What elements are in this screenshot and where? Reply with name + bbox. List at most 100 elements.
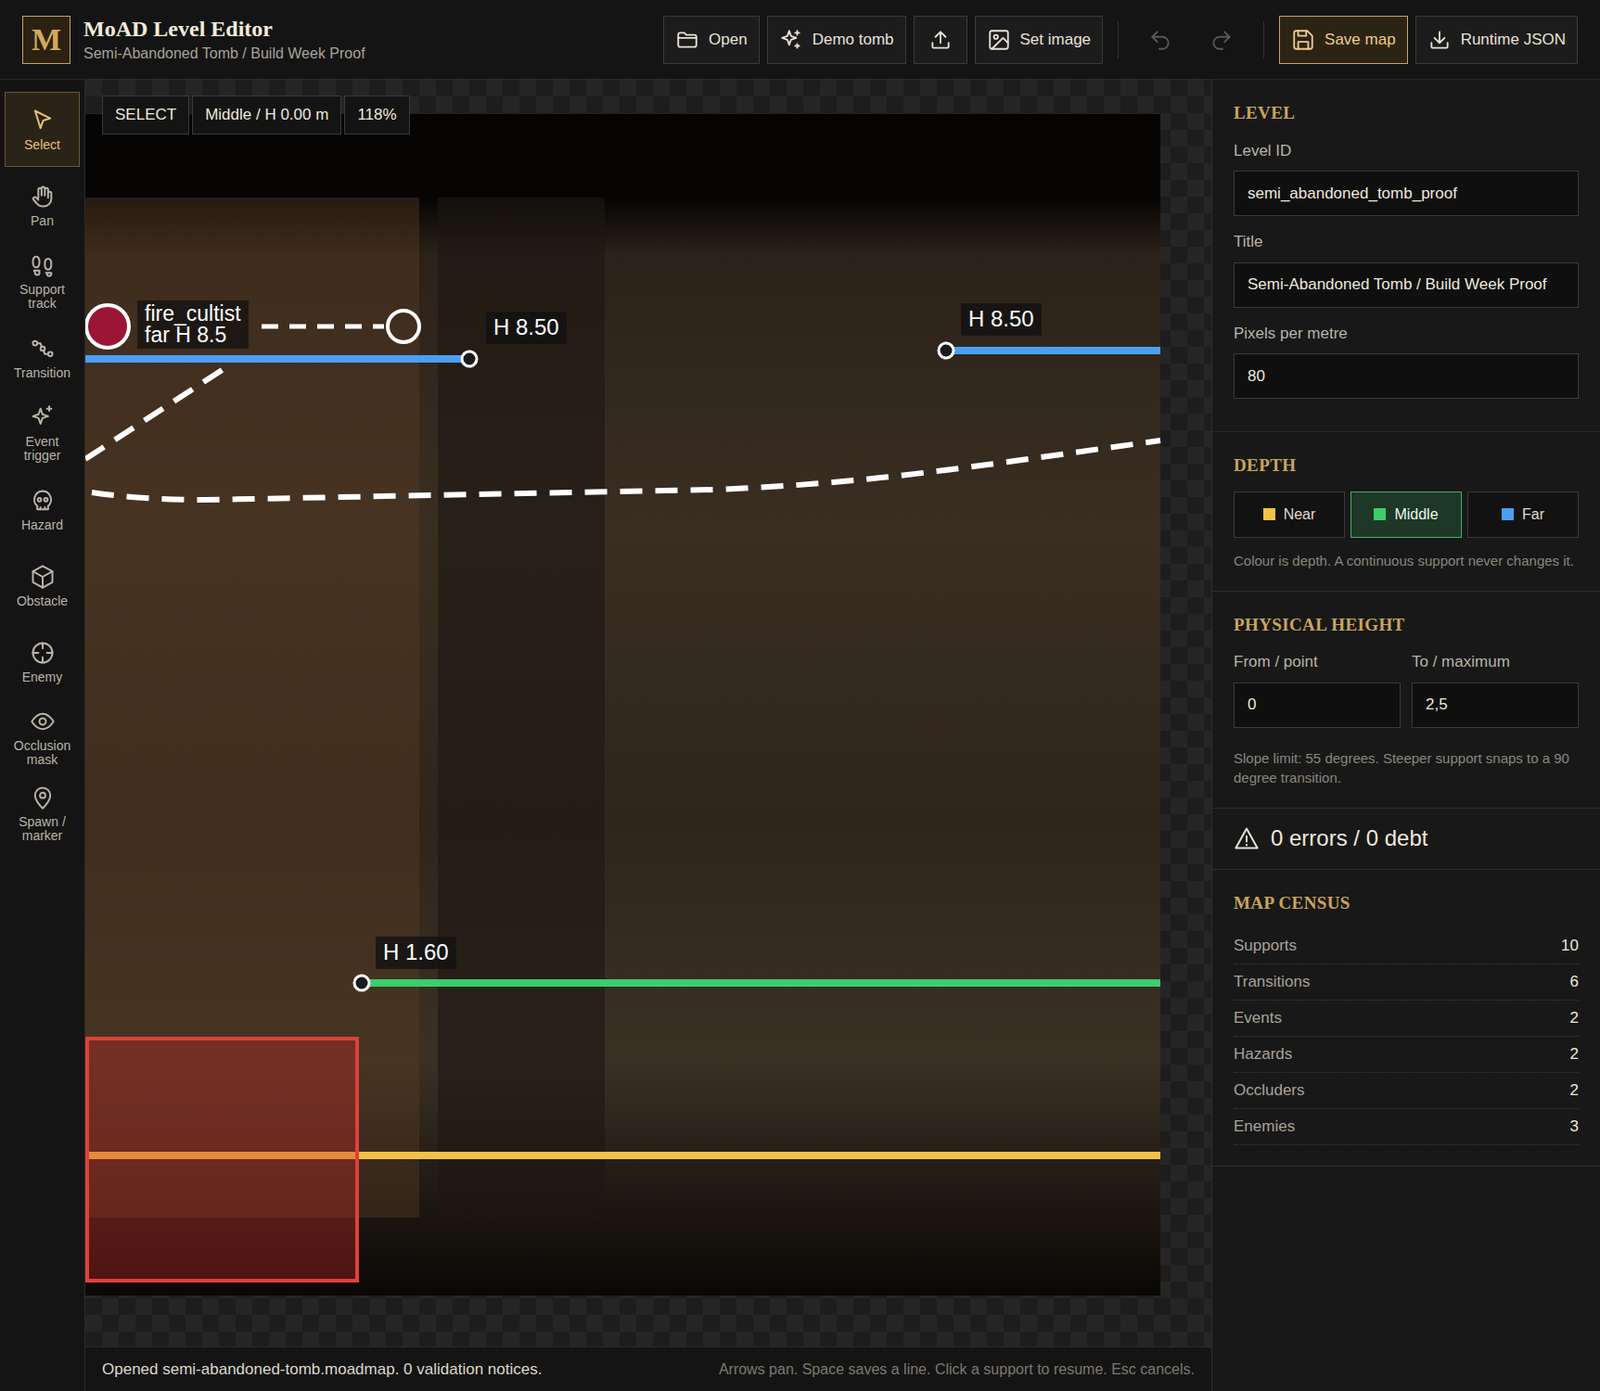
census-row: Events 2: [1233, 1000, 1579, 1037]
canvas-chip: 118%: [344, 95, 410, 135]
census-label: Transitions: [1233, 970, 1311, 995]
demo-tomb-button[interactable]: Demo tomb: [767, 15, 907, 64]
toolbar: OpenDemo tomb Set image Save map Runtime JS…: [663, 15, 1578, 64]
depth-swatch: [1263, 508, 1276, 521]
field-label: Pixels per metre: [1233, 321, 1579, 346]
support-line[interactable]: [361, 979, 1161, 987]
pin-icon: [29, 784, 56, 811]
redo-button[interactable]: [1194, 15, 1249, 64]
app-title: MoAD Level Editor: [83, 16, 366, 43]
census-value: 2: [1570, 1042, 1579, 1067]
enemy-label: fire_cultistfar H 8.5: [137, 300, 249, 349]
tool-button[interactable]: Occlusion mask: [4, 700, 80, 776]
panel-section: LEVEL Level ID Title Pixels per metre: [1212, 79, 1600, 433]
section-heading: DEPTH: [1233, 452, 1579, 480]
census-value: 2: [1570, 1078, 1579, 1103]
cursor-icon: [29, 107, 56, 134]
toolbar-separator: [1263, 21, 1265, 59]
text-input[interactable]: [1233, 353, 1579, 399]
hazard-zone[interactable]: [87, 1038, 358, 1281]
depth-options: Near Middle Far: [1233, 491, 1579, 538]
depth-label: Far: [1522, 503, 1545, 526]
enemy-marker[interactable]: [86, 305, 129, 348]
open-button[interactable]: Open: [663, 15, 760, 64]
tool-button[interactable]: Obstacle: [4, 548, 80, 624]
upload-button[interactable]: [913, 15, 968, 64]
text-input[interactable]: [1233, 170, 1579, 217]
census-label: Occluders: [1233, 1078, 1306, 1103]
button-label: Runtime JSON: [1460, 27, 1566, 52]
workspace: H 8.50H 8.50H 1.60fire_cultistfar H 8.5S…: [85, 79, 1212, 1391]
tool-button[interactable]: Spawn / marker: [4, 776, 80, 852]
support-line[interactable]: [85, 355, 470, 363]
set-image-button[interactable]: Set image: [974, 15, 1104, 64]
button-label: Save map: [1324, 27, 1396, 52]
census-label: Supports: [1233, 934, 1297, 959]
enemy-name: fire_cultist: [144, 303, 242, 325]
undo-button[interactable]: [1133, 15, 1188, 64]
status-hint: Arrows pan. Space saves a line. Click a …: [718, 1358, 1195, 1382]
tool-label: Support track: [7, 282, 78, 310]
depth-label: Middle: [1394, 503, 1438, 526]
census-label: Events: [1233, 1006, 1282, 1031]
census-value: 6: [1570, 970, 1579, 995]
status-message: Opened semi-abandoned-tomb.moadmap. 0 va…: [102, 1357, 542, 1383]
patrol-target[interactable]: [387, 310, 420, 343]
sparkle-icon: [29, 404, 56, 431]
crosshair-icon: [29, 640, 56, 666]
depth-swatch: [1373, 508, 1386, 521]
tool-button[interactable]: Transition: [4, 320, 80, 396]
tool-label: Pan: [7, 214, 78, 229]
tool-button[interactable]: Hazard: [4, 472, 80, 548]
tool-button[interactable]: Select: [4, 91, 80, 167]
text-input[interactable]: [1411, 682, 1579, 729]
census-value: 2: [1570, 1006, 1579, 1031]
tool-label: Transition: [7, 366, 78, 381]
depth-option[interactable]: Near: [1233, 491, 1345, 538]
download-icon: [1427, 27, 1452, 52]
upload-icon: [928, 27, 953, 52]
transition-path: [85, 365, 230, 460]
census-label: Enemies: [1233, 1114, 1295, 1140]
support-line[interactable]: [946, 346, 1161, 355]
tool-label: Event trigger: [7, 435, 78, 462]
census-value: 10: [1561, 934, 1579, 959]
runtime-json-button[interactable]: Runtime JSON: [1415, 15, 1578, 64]
folder-icon: [675, 27, 700, 52]
census-value: 3: [1570, 1114, 1579, 1140]
support-endpoint[interactable]: [461, 351, 477, 367]
section-heading: LEVEL: [1233, 100, 1579, 128]
height-label: H 8.50: [960, 303, 1042, 336]
cube-icon: [29, 563, 56, 590]
transition-icon: [29, 335, 56, 362]
app-logo: M: [22, 15, 71, 64]
transition-path: [91, 440, 1161, 500]
canvas-chips: SELECTMiddle / H 0.00 m118%: [102, 95, 410, 135]
canvas-chip: Middle / H 0.00 m: [192, 95, 342, 135]
overlay-layer: [85, 79, 1212, 1347]
canvas[interactable]: H 8.50H 8.50H 1.60fire_cultistfar H 8.5S…: [85, 79, 1212, 1347]
text-input[interactable]: [1233, 682, 1401, 729]
tool-button[interactable]: Pan: [4, 167, 80, 244]
field-label: Level ID: [1233, 139, 1579, 164]
patrol-path: [261, 324, 384, 330]
height-fields: From / pointTo / maximum: [1233, 650, 1579, 729]
tool-button[interactable]: Enemy: [4, 624, 80, 700]
panel-section: MAP CENSUSSupports10Transitions6Events2H…: [1212, 870, 1600, 1168]
brand: MMoAD Level EditorSemi-Abandoned Tomb / …: [22, 15, 366, 64]
save-map-button[interactable]: Save map: [1279, 15, 1408, 64]
tool-label: Spawn / marker: [7, 815, 78, 843]
save-icon: [1291, 27, 1316, 52]
tool-button[interactable]: Event trigger: [4, 396, 80, 472]
text-input[interactable]: [1233, 262, 1579, 308]
canvas-chip: SELECT: [102, 95, 190, 135]
tool-button[interactable]: Support track: [4, 243, 80, 320]
skull-icon: [29, 487, 56, 514]
main: Select Pan Support track Transition Event tr…: [0, 79, 1600, 1391]
depth-option[interactable]: Far: [1467, 491, 1579, 538]
support-endpoint[interactable]: [354, 975, 370, 991]
depth-option[interactable]: Middle: [1350, 491, 1462, 538]
tool-label: Occlusion mask: [7, 739, 78, 767]
support-endpoint[interactable]: [938, 343, 954, 359]
field: Title: [1233, 230, 1579, 308]
